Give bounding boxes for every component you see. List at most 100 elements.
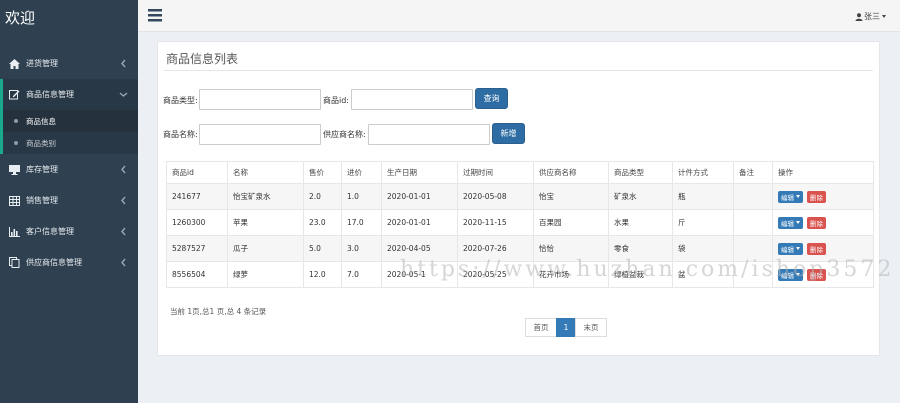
sidebar-item-label: 库存管理 — [26, 165, 58, 174]
column-header: 售价 — [303, 161, 342, 184]
user-name: 张三 — [864, 12, 880, 21]
user-menu[interactable]: 张三 — [855, 11, 886, 22]
column-header: 进价 — [341, 161, 382, 184]
table-cell: 2020-01-01 — [381, 183, 458, 210]
table-cell — [733, 183, 773, 210]
query-button[interactable]: 查询 — [475, 88, 508, 109]
table-cell: 1260300 — [166, 209, 228, 236]
table-cell: 绿萝 — [227, 261, 304, 288]
chevron-left-icon — [121, 258, 126, 267]
column-header: 过期时间 — [457, 161, 534, 184]
type-label: 商品类型: — [163, 96, 198, 105]
first-page-button[interactable]: 首页 — [525, 318, 557, 337]
table-cell: 1.0 — [341, 183, 382, 210]
table-cell: 苹果 — [227, 209, 304, 236]
table-cell: 8556504 — [166, 261, 228, 288]
table-cell: 5.0 — [303, 235, 342, 262]
desktop-icon — [8, 164, 20, 176]
top-bar: 张三 — [138, 0, 900, 32]
table-cell: 百果园 — [533, 209, 609, 236]
edit-icon — [8, 89, 20, 101]
edit-dropdown-button[interactable]: 编辑 — [778, 242, 803, 255]
sidebar-item-label: 销售管理 — [26, 196, 58, 205]
column-header: 供应商名称 — [533, 161, 609, 184]
add-button[interactable]: 新增 — [492, 123, 525, 144]
column-header: 生产日期 — [381, 161, 458, 184]
name-label: 商品名称: — [163, 130, 198, 139]
table-cell: 17.0 — [341, 209, 382, 236]
table-cell: 矿泉水 — [608, 183, 673, 210]
divider — [164, 70, 873, 71]
table-cell: 2020-01-01 — [381, 209, 458, 236]
name-input[interactable] — [199, 124, 321, 145]
sidebar-item-purchase[interactable]: 进货管理 — [0, 48, 138, 79]
edit-dropdown-button[interactable]: 编辑 — [778, 190, 803, 203]
table-cell — [733, 209, 773, 236]
sidebar-subitem-product[interactable]: 商品信息 — [3, 110, 138, 132]
sidebar-subitem-category[interactable]: 商品类别 — [3, 132, 138, 154]
table-cell: 瓜子 — [227, 235, 304, 262]
table-cell: 5287527 — [166, 235, 228, 262]
table-cell: 12.0 — [303, 261, 342, 288]
record-summary: 当前 1页,总1 页,总 4 条记录 — [170, 307, 267, 316]
supplier-label: 供应商名称: — [323, 130, 366, 139]
column-header: 备注 — [733, 161, 773, 184]
sidebar-item-label: 供应商信息管理 — [26, 258, 82, 267]
sidebar-item-label: 商品信息管理 — [26, 90, 74, 99]
table-cell: 23.0 — [303, 209, 342, 236]
menu-icon[interactable] — [148, 9, 162, 22]
edit-label: 编辑 — [781, 245, 794, 254]
column-header: 商品类型 — [608, 161, 673, 184]
sidebar-item-customer[interactable]: 客户信息管理 — [0, 216, 138, 247]
table-cell: 怡宝矿泉水 — [227, 183, 304, 210]
caret-down-icon — [796, 221, 800, 224]
sidebar-subitem-label: 商品类别 — [26, 138, 56, 148]
delete-button[interactable]: 删除 — [807, 242, 826, 255]
table-row: 1260300 苹果 23.0 17.0 2020-01-01 2020-11-… — [166, 209, 874, 236]
table-cell: 7.0 — [341, 261, 382, 288]
edit-label: 编辑 — [781, 193, 794, 202]
id-input[interactable] — [351, 89, 473, 110]
chevron-left-icon — [121, 165, 126, 174]
delete-button[interactable]: 删除 — [807, 216, 826, 229]
copy-icon — [8, 257, 20, 269]
column-header: 操作 — [772, 161, 874, 184]
column-header: 名称 — [227, 161, 304, 184]
sidebar-subitem-label: 商品信息 — [26, 116, 56, 126]
column-header: 计件方式 — [672, 161, 734, 184]
bullet-icon — [14, 141, 18, 145]
page-1-button[interactable]: 1 — [556, 318, 576, 337]
bar-chart-icon — [8, 226, 20, 238]
chevron-down-icon — [119, 92, 128, 97]
column-header: 商品id — [166, 161, 228, 184]
home-icon — [8, 58, 20, 70]
actions-cell: 编辑 删除 — [772, 209, 874, 236]
sidebar-item-product-info[interactable]: 商品信息管理 — [0, 79, 138, 110]
sidebar-item-supplier[interactable]: 供应商信息管理 — [0, 247, 138, 278]
caret-down-icon — [796, 195, 800, 198]
table-header-row: 商品id 名称 售价 进价 生产日期 过期时间 供应商名称 商品类型 计件方式 … — [166, 161, 874, 184]
sidebar-item-inventory[interactable]: 库存管理 — [0, 154, 138, 185]
sidebar-submenu: 商品信息 商品类别 — [0, 110, 138, 154]
delete-button[interactable]: 删除 — [807, 190, 826, 203]
table-cell: 241677 — [166, 183, 228, 210]
actions-cell: 编辑 删除 — [772, 183, 874, 210]
chevron-left-icon — [121, 196, 126, 205]
table-cell: 2020-11-15 — [457, 209, 534, 236]
edit-dropdown-button[interactable]: 编辑 — [778, 216, 803, 229]
table-cell: 3.0 — [341, 235, 382, 262]
page-title: 商品信息列表 — [166, 52, 239, 66]
last-page-button[interactable]: 末页 — [575, 318, 607, 337]
table-cell: 瓶 — [672, 183, 734, 210]
watermark: https://www.huzhan.com/ishop3572 — [400, 257, 895, 282]
product-list-panel: 商品信息列表 商品类型: 商品id: 查询 商品名称: 供应商名称: 新增 商品… — [157, 41, 880, 356]
table-cell: 水果 — [608, 209, 673, 236]
supplier-input[interactable] — [368, 124, 490, 145]
id-label: 商品id: — [323, 96, 349, 105]
sidebar-nav: 进货管理 商品信息管理 商品信息 商品类别 库存管理 销售管理 客户信息管理 供… — [0, 48, 138, 278]
sidebar-item-sales[interactable]: 销售管理 — [0, 185, 138, 216]
caret-down-icon — [882, 15, 886, 18]
table-row: 241677 怡宝矿泉水 2.0 1.0 2020-01-01 2020-05-… — [166, 183, 874, 210]
chevron-left-icon — [121, 59, 126, 68]
type-input[interactable] — [199, 89, 321, 110]
